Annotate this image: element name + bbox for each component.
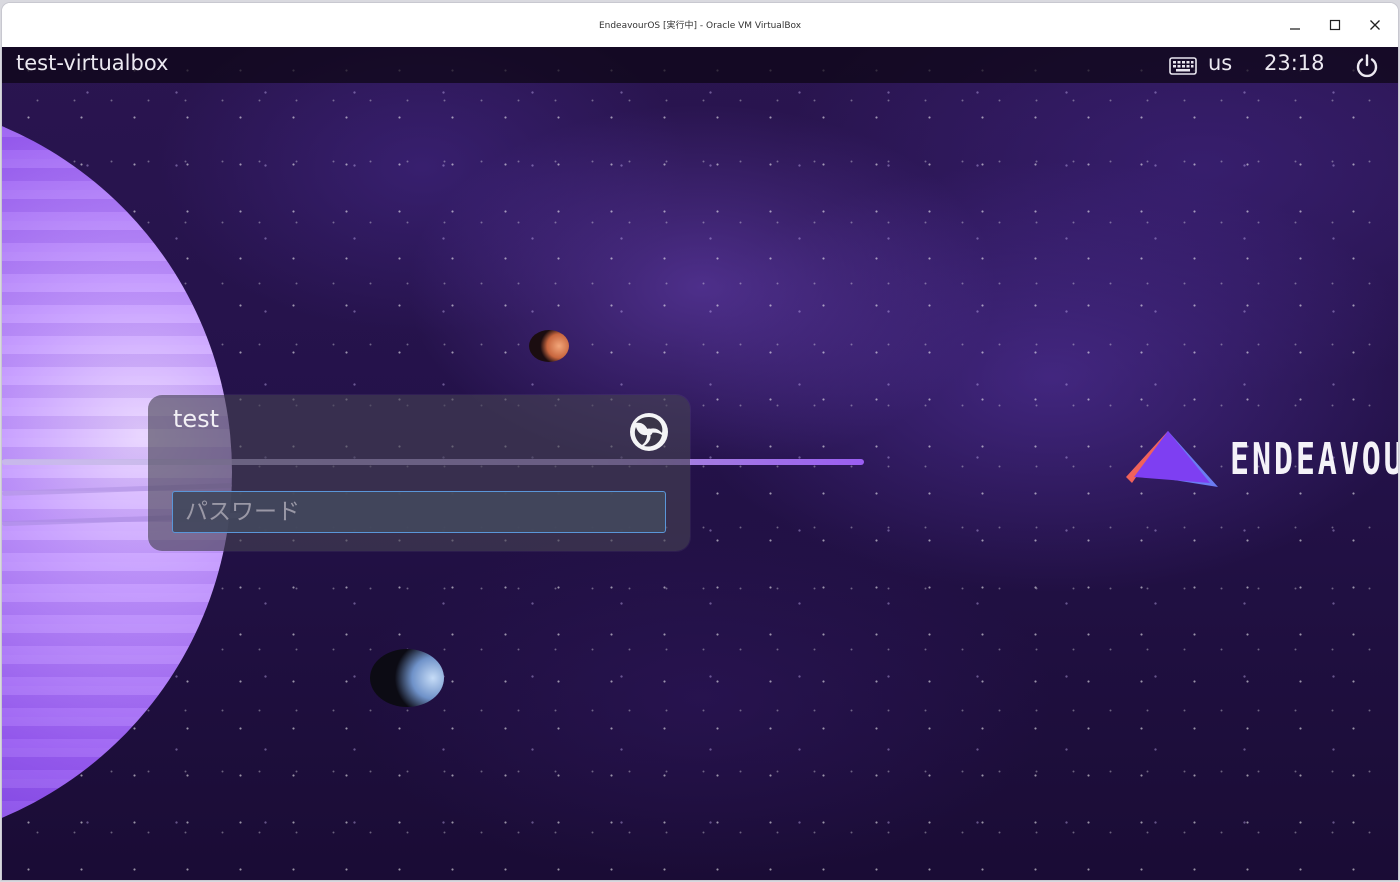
endeavouros-logo-text: ENDEAVOUR (1230, 434, 1398, 485)
maximize-icon (1329, 19, 1341, 31)
password-input[interactable] (172, 491, 666, 533)
session-logo-icon[interactable] (628, 411, 670, 457)
login-panel: test (148, 395, 690, 551)
keyboard-icon[interactable] (1169, 57, 1197, 79)
virtualbox-window: EndeavourOS [実行中] - Oracle VM VirtualBox… (2, 3, 1398, 880)
minimize-button[interactable] (1280, 12, 1310, 38)
orange-moon (529, 330, 569, 362)
lightdm-top-panel: test-virtualbox us 23:18 (2, 47, 1398, 83)
vm-display[interactable]: ENDEAVOUR test-virtualbox us 23:18 (2, 47, 1398, 880)
clock: 23:18 (1264, 51, 1325, 75)
window-title: EndeavourOS [実行中] - Oracle VM VirtualBox (598, 21, 802, 31)
endeavouros-logo: ENDEAVOUR (1118, 427, 1398, 497)
keyboard-layout-indicator[interactable]: us (1208, 51, 1232, 75)
power-icon[interactable] (1354, 53, 1380, 83)
username-label[interactable]: test (173, 405, 219, 433)
window-titlebar[interactable]: EndeavourOS [実行中] - Oracle VM VirtualBox (2, 3, 1398, 48)
close-button[interactable] (1360, 12, 1390, 38)
maximize-button[interactable] (1320, 12, 1350, 38)
close-icon (1370, 20, 1380, 30)
minimize-icon (1290, 28, 1300, 30)
hostname-label: test-virtualbox (16, 51, 169, 75)
endeavouros-logo-mark (1126, 431, 1218, 487)
blue-moon (370, 649, 444, 707)
